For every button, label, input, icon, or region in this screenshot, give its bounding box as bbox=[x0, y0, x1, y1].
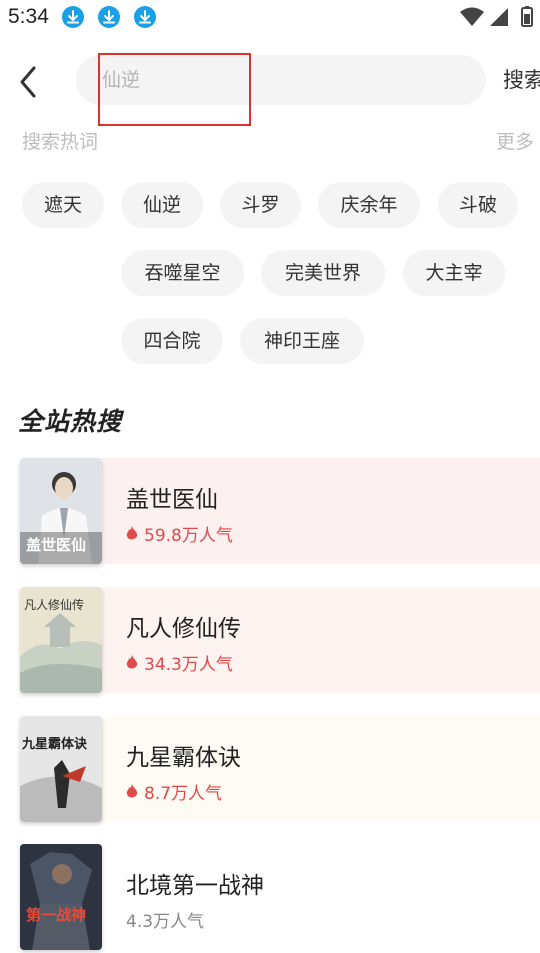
popularity-value: 59.8万人气 bbox=[144, 526, 233, 546]
popularity: 59.8万人气 bbox=[126, 521, 233, 546]
cover-title: 盖世医仙 bbox=[26, 536, 86, 554]
flame-icon bbox=[126, 655, 138, 669]
ranking-item[interactable]: 凡人修仙传 凡人修仙传 34.3万人气 bbox=[18, 587, 540, 693]
book-title: 九星霸体诀 bbox=[126, 745, 241, 771]
signal-icon bbox=[490, 8, 508, 26]
status-bar: 5:34 bbox=[0, 0, 540, 36]
cover-title: 九星霸体诀 bbox=[21, 736, 88, 752]
flame-icon bbox=[126, 784, 138, 798]
search-button[interactable]: 搜索 bbox=[503, 64, 540, 94]
hot-word-chip[interactable]: 四合院 bbox=[121, 318, 223, 364]
wifi-icon bbox=[460, 7, 484, 26]
book-cover[interactable]: 九星霸体诀 bbox=[20, 716, 102, 822]
popularity-value: 8.7万人气 bbox=[144, 784, 223, 804]
back-button[interactable] bbox=[14, 64, 44, 100]
chevron-left-icon bbox=[20, 66, 36, 98]
more-link[interactable]: 更多 bbox=[496, 127, 534, 154]
cover-title: 凡人修仙传 bbox=[24, 597, 84, 612]
hot-word-chip[interactable]: 斗罗 bbox=[220, 182, 301, 228]
popularity: 8.7万人气 bbox=[126, 779, 222, 804]
hot-word-chip[interactable]: 完美世界 bbox=[261, 250, 385, 296]
hot-word-chip[interactable]: 庆余年 bbox=[318, 182, 420, 228]
flame-icon bbox=[126, 526, 138, 540]
hot-word-chip[interactable]: 仙逆 bbox=[121, 182, 203, 228]
book-cover[interactable]: 第一战神 bbox=[20, 844, 102, 950]
highlight-annotation bbox=[98, 53, 251, 126]
ranking-title: 全站热搜 bbox=[18, 407, 123, 436]
ranking-item[interactable]: 第一战神 北境第一战神 4.3万人气 bbox=[18, 844, 540, 950]
hot-words-title: 搜索热词 bbox=[22, 131, 99, 153]
book-cover[interactable]: 盖世医仙 bbox=[20, 458, 102, 564]
ranking-item[interactable]: 盖世医仙 盖世医仙 59.8万人气 bbox=[18, 458, 540, 564]
popularity: 4.3万人气 bbox=[126, 907, 204, 932]
book-title: 盖世医仙 bbox=[126, 487, 218, 513]
cover-title: 第一战神 bbox=[26, 906, 86, 924]
popularity-value: 4.3万人气 bbox=[126, 912, 205, 932]
book-title: 北境第一战神 bbox=[126, 873, 264, 899]
popularity-value: 34.3万人气 bbox=[144, 655, 233, 675]
battery-icon bbox=[521, 6, 533, 27]
book-title: 凡人修仙传 bbox=[126, 616, 241, 642]
download-icon bbox=[62, 6, 84, 28]
book-cover[interactable]: 凡人修仙传 bbox=[20, 587, 102, 693]
ranking-item[interactable]: 九星霸体诀 九星霸体诀 8.7万人气 bbox=[18, 716, 540, 822]
hot-word-chip[interactable]: 吞噬星空 bbox=[121, 250, 244, 296]
system-icons bbox=[460, 6, 540, 28]
popularity: 34.3万人气 bbox=[126, 650, 233, 675]
download-icon bbox=[134, 6, 156, 28]
hot-word-chip[interactable]: 大主宰 bbox=[403, 250, 505, 296]
hot-word-chip[interactable]: 斗破 bbox=[438, 182, 518, 228]
status-time: 5:34 bbox=[8, 5, 49, 28]
download-icon bbox=[98, 6, 120, 28]
hot-word-chip[interactable]: 遮天 bbox=[22, 182, 104, 228]
hot-word-chip[interactable]: 神印王座 bbox=[240, 318, 364, 364]
